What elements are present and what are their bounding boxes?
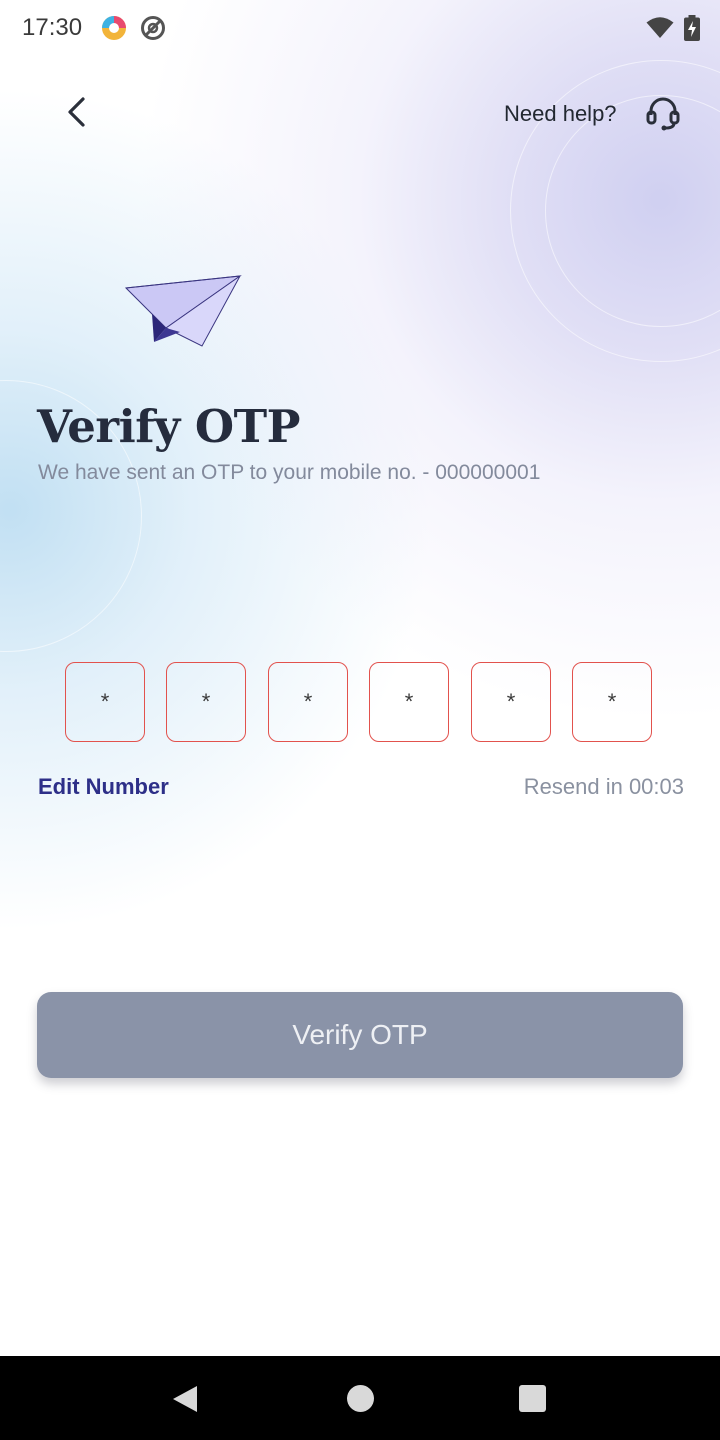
screen-background: 17:30 Need help? Verify OTP We have sent… — [0, 0, 720, 1356]
otp-digit-3[interactable]: * — [268, 662, 348, 742]
nav-back-icon[interactable] — [171, 1384, 199, 1414]
decor-ring — [545, 95, 720, 327]
wifi-icon — [646, 17, 674, 38]
paper-plane-icon — [124, 275, 242, 347]
need-help-link[interactable]: Need help? — [504, 101, 617, 127]
app-notification-icon — [102, 16, 126, 40]
otp-sent-message: We have sent an OTP to your mobile no. -… — [38, 461, 541, 484]
verify-otp-button[interactable]: Verify OTP — [37, 992, 683, 1078]
edit-number-link[interactable]: Edit Number — [38, 774, 169, 800]
nav-home-icon[interactable] — [347, 1385, 374, 1412]
nav-recents-icon[interactable] — [519, 1385, 546, 1412]
otp-digit-4[interactable]: * — [369, 662, 449, 742]
status-time: 17:30 — [22, 14, 83, 41]
otp-digit-5[interactable]: * — [471, 662, 551, 742]
otp-digit-2[interactable]: * — [166, 662, 246, 742]
battery-charging-icon — [684, 15, 700, 41]
back-button[interactable] — [50, 86, 102, 138]
headset-icon[interactable] — [644, 94, 682, 132]
chevron-left-icon — [68, 97, 85, 127]
at-sign-icon — [141, 16, 165, 40]
otp-digit-1[interactable]: * — [65, 662, 145, 742]
page-title: Verify OTP — [37, 400, 300, 453]
otp-digit-6[interactable]: * — [572, 662, 652, 742]
resend-timer: Resend in 00:03 — [523, 774, 684, 799]
